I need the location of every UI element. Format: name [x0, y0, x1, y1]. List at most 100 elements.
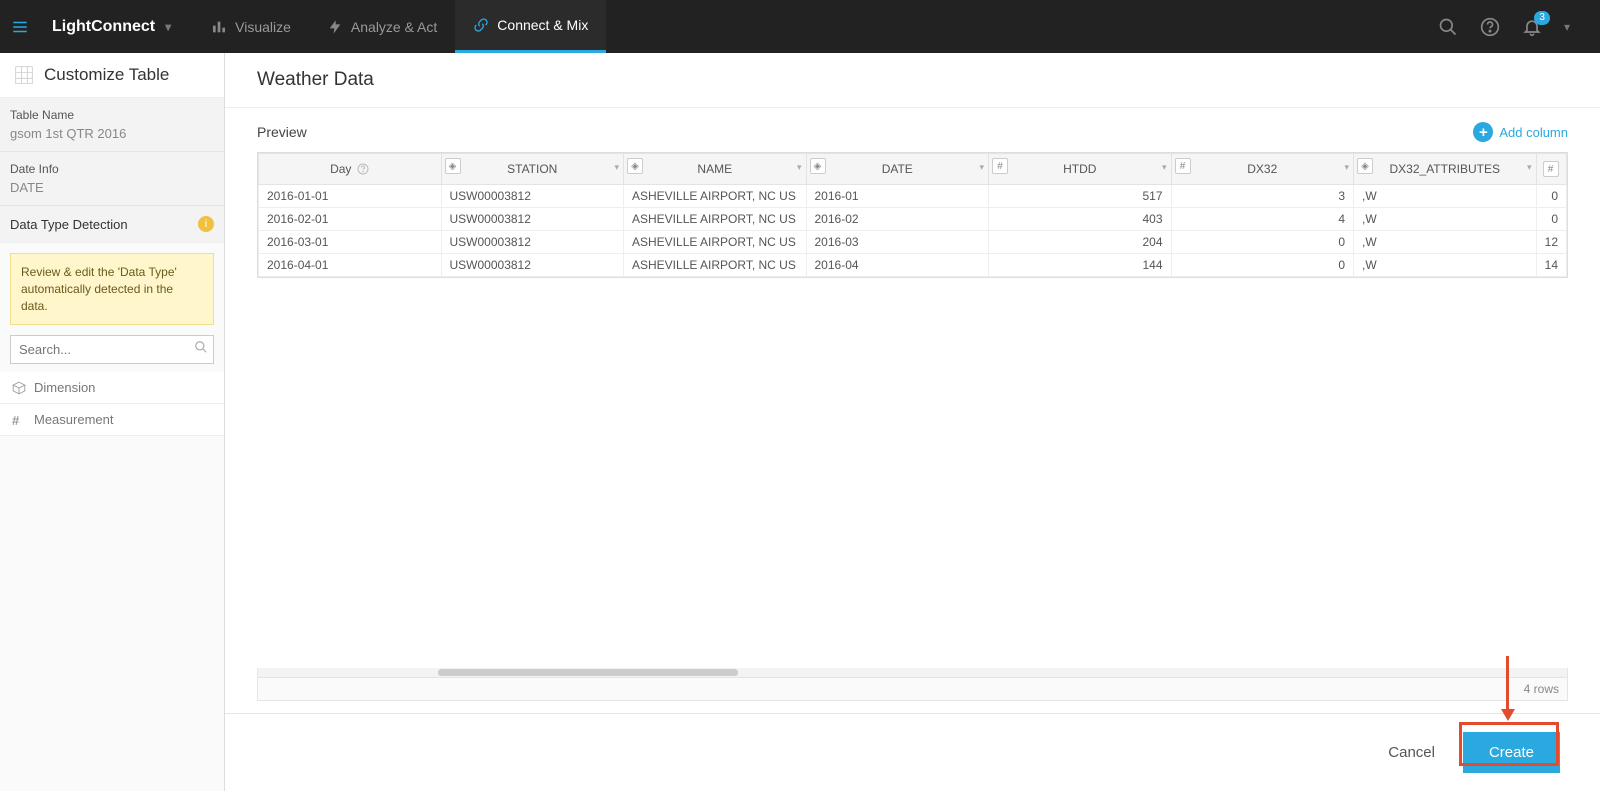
cube-icon: ◈ [1357, 158, 1373, 174]
cell: 2016-02 [806, 208, 989, 231]
cell: 3 [1171, 185, 1354, 208]
sidebar-item-measurement[interactable]: # Measurement [0, 404, 224, 436]
search-icon-small [194, 340, 208, 354]
cell: 2016-04-01 [259, 254, 442, 277]
cell: 12 [1536, 231, 1567, 254]
table-header-row: Day ◈ STATION ▾ ◈ NAME ▾ [259, 154, 1567, 185]
cell: 2016-03-01 [259, 231, 442, 254]
cell: USW00003812 [441, 254, 624, 277]
add-column-button[interactable]: + Add column [1473, 122, 1568, 142]
cell: 2016-02-01 [259, 208, 442, 231]
cell: ,W [1354, 231, 1537, 254]
cell: 517 [989, 185, 1172, 208]
cube-icon: ◈ [810, 158, 826, 174]
hash-icon: # [992, 158, 1008, 174]
preview-table: Day ◈ STATION ▾ ◈ NAME ▾ [257, 152, 1568, 278]
col-header-date[interactable]: ◈ DATE ▾ [806, 154, 989, 185]
table-name-value: gsom 1st QTR 2016 [0, 126, 224, 151]
brand-label: LightConnect [52, 18, 155, 36]
col-header-station[interactable]: ◈ STATION ▾ [441, 154, 624, 185]
cell: ASHEVILLE AIRPORT, NC US [624, 231, 807, 254]
nav-tabs: Visualize Analyze & Act Connect & Mix [193, 0, 606, 53]
top-nav: LightConnect ▾ Visualize Analyze & Act C… [0, 0, 1600, 53]
chevron-down-icon: ▾ [165, 20, 171, 34]
cell: 2016-01-01 [259, 185, 442, 208]
info-icon: i [198, 216, 214, 232]
cube-icon: ◈ [627, 158, 643, 174]
sidebar-table-name[interactable]: Table Name gsom 1st QTR 2016 [0, 98, 224, 152]
horizontal-scrollbar[interactable] [257, 668, 1568, 678]
cell: 403 [989, 208, 1172, 231]
row-count: 4 rows [257, 678, 1568, 701]
col-header-day[interactable]: Day [259, 154, 442, 185]
search-icon[interactable] [1438, 17, 1458, 37]
cell: 4 [1171, 208, 1354, 231]
hash-icon: # [1543, 161, 1559, 177]
col-header-last[interactable]: # [1536, 154, 1567, 185]
sidebar-date-info[interactable]: Date Info DATE [0, 152, 224, 206]
cell: 0 [1536, 185, 1567, 208]
chevron-down-icon: ▾ [1344, 162, 1349, 173]
plus-icon: + [1473, 122, 1493, 142]
sidebar-data-type-detection[interactable]: Data Type Detection i [0, 206, 224, 243]
measurement-label: Measurement [34, 412, 113, 427]
cell: 2016-01 [806, 185, 989, 208]
cell: 14 [1536, 254, 1567, 277]
date-info-label: Date Info [0, 152, 224, 180]
cube-icon [12, 381, 26, 395]
user-chevron-down-icon[interactable]: ▾ [1564, 20, 1570, 34]
date-info-value: DATE [0, 180, 224, 205]
create-button[interactable]: Create [1463, 732, 1560, 773]
col-header-name[interactable]: ◈ NAME ▾ [624, 154, 807, 185]
brand[interactable]: LightConnect ▾ [40, 18, 183, 36]
preview-header: Preview + Add column [225, 108, 1600, 152]
cancel-button[interactable]: Cancel [1374, 734, 1449, 771]
data-type-label: Data Type Detection [10, 217, 128, 232]
sidebar-item-dimension[interactable]: Dimension [0, 372, 224, 404]
chevron-down-icon: ▾ [1527, 162, 1532, 173]
notification-badge: 3 [1534, 11, 1550, 25]
sidebar: Customize Table Table Name gsom 1st QTR … [0, 53, 225, 791]
cell: 0 [1536, 208, 1567, 231]
hash-icon: # [12, 413, 26, 427]
bell-icon[interactable]: 3 [1522, 17, 1542, 37]
tab-analyze-label: Analyze & Act [351, 19, 437, 35]
table-row[interactable]: 2016-02-01USW00003812ASHEVILLE AIRPORT, … [259, 208, 1567, 231]
cell: ,W [1354, 185, 1537, 208]
table-row[interactable]: 2016-01-01USW00003812ASHEVILLE AIRPORT, … [259, 185, 1567, 208]
table-row[interactable]: 2016-04-01USW00003812ASHEVILLE AIRPORT, … [259, 254, 1567, 277]
cell: 144 [989, 254, 1172, 277]
table-name-label: Table Name [0, 98, 224, 126]
cell: ASHEVILLE AIRPORT, NC US [624, 254, 807, 277]
menu-icon[interactable] [0, 0, 40, 53]
tab-visualize-label: Visualize [235, 19, 291, 35]
search-input[interactable] [10, 335, 214, 364]
tab-connect-label: Connect & Mix [497, 17, 588, 33]
page-title: Weather Data [225, 53, 1600, 108]
chevron-down-icon: ▾ [1162, 162, 1167, 173]
cell: USW00003812 [441, 185, 624, 208]
tab-analyze[interactable]: Analyze & Act [309, 0, 455, 53]
col-header-dx32[interactable]: # DX32 ▾ [1171, 154, 1354, 185]
table-row[interactable]: 2016-03-01USW00003812ASHEVILLE AIRPORT, … [259, 231, 1567, 254]
footer-actions: Cancel Create [225, 713, 1600, 791]
cell: ,W [1354, 208, 1537, 231]
main: Weather Data Preview + Add column Day [225, 53, 1600, 713]
scrollbar-thumb[interactable] [438, 669, 738, 676]
col-header-dx32-attributes[interactable]: ◈ DX32_ATTRIBUTES ▾ [1354, 154, 1537, 185]
sidebar-search [10, 335, 214, 364]
sidebar-note: Review & edit the 'Data Type' automatica… [10, 253, 214, 325]
tab-visualize[interactable]: Visualize [193, 0, 309, 53]
sidebar-title-label: Customize Table [44, 65, 169, 85]
help-icon[interactable] [1480, 17, 1500, 37]
cell: 2016-04 [806, 254, 989, 277]
hash-icon: # [1175, 158, 1191, 174]
cube-icon: ◈ [445, 158, 461, 174]
cell: USW00003812 [441, 208, 624, 231]
chevron-down-icon: ▾ [797, 162, 802, 173]
cell: ASHEVILLE AIRPORT, NC US [624, 185, 807, 208]
col-header-htdd[interactable]: # HTDD ▾ [989, 154, 1172, 185]
tab-connect[interactable]: Connect & Mix [455, 0, 606, 53]
cell: 0 [1171, 231, 1354, 254]
sidebar-title: Customize Table [0, 53, 224, 98]
